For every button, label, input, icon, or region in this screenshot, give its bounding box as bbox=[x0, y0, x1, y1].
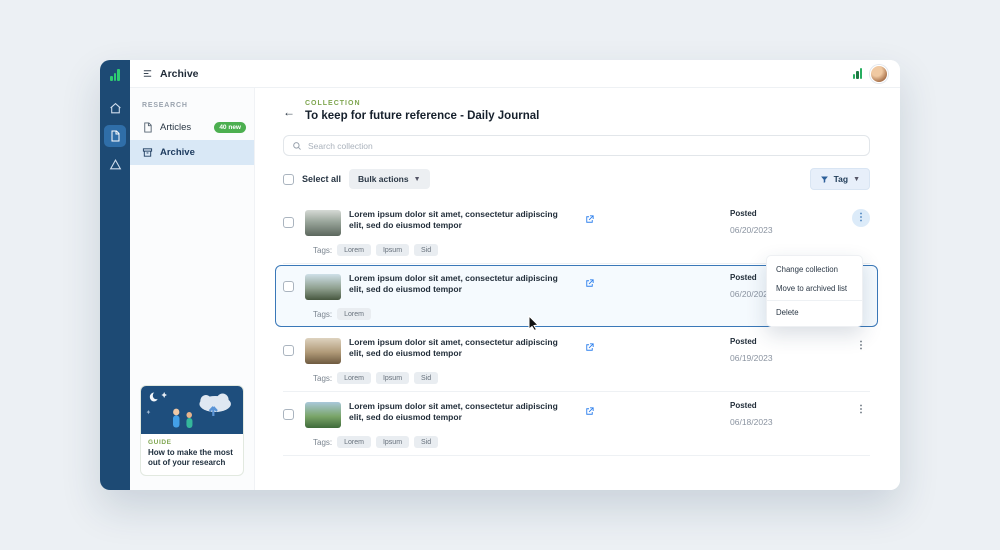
posted-date: 06/20/2023 bbox=[730, 225, 773, 235]
documents-icon[interactable] bbox=[104, 125, 126, 147]
row-checkbox[interactable] bbox=[283, 345, 294, 356]
menu-item-move-to-archived[interactable]: Move to archived list bbox=[767, 279, 862, 298]
tags-label: Tags: bbox=[313, 437, 333, 447]
select-all-label: Select all bbox=[302, 174, 342, 184]
tag-filter-button[interactable]: Tag ▼ bbox=[809, 168, 870, 190]
sidebar-item-archive[interactable]: Archive bbox=[130, 140, 254, 165]
user-avatar[interactable] bbox=[870, 64, 888, 83]
article-thumbnail bbox=[305, 210, 341, 236]
guide-illustration bbox=[141, 386, 243, 434]
posted-label: Posted bbox=[730, 401, 757, 410]
search-input[interactable] bbox=[308, 140, 861, 151]
article-title: Lorem ipsum dolor sit amet, consectetur … bbox=[349, 401, 558, 423]
open-article-icon[interactable] bbox=[584, 278, 626, 289]
chevron-down-icon: ▼ bbox=[853, 175, 860, 183]
posted-label: Posted bbox=[730, 209, 757, 218]
stats-chart-icon[interactable] bbox=[852, 68, 862, 79]
collection-title: To keep for future reference - Daily Jou… bbox=[305, 110, 540, 122]
row-menu-icon[interactable]: ⋮ bbox=[852, 209, 870, 227]
menu-item-change-collection[interactable]: Change collection bbox=[767, 260, 862, 279]
article-title: Lorem ipsum dolor sit amet, consectetur … bbox=[349, 209, 558, 231]
open-article-icon[interactable] bbox=[584, 214, 626, 225]
article-title: Lorem ipsum dolor sit amet, consectetur … bbox=[349, 337, 558, 359]
home-icon[interactable] bbox=[104, 97, 126, 119]
chevron-down-icon: ▼ bbox=[413, 175, 421, 183]
open-article-icon[interactable] bbox=[584, 406, 626, 417]
bulk-actions-button[interactable]: Bulk actions ▼ bbox=[349, 169, 430, 189]
select-all-checkbox[interactable] bbox=[283, 173, 294, 185]
archive-icon bbox=[142, 147, 154, 159]
tag-pill[interactable]: Lorem bbox=[337, 244, 371, 256]
tag-pill[interactable]: Ipsum bbox=[375, 372, 410, 384]
posted-date: 06/19/2023 bbox=[730, 353, 773, 363]
tags-label: Tags: bbox=[313, 309, 333, 319]
alerts-icon[interactable] bbox=[104, 153, 126, 175]
filter-icon bbox=[820, 176, 828, 183]
posted-date: 06/18/2023 bbox=[730, 417, 773, 427]
article-thumbnail bbox=[305, 338, 341, 364]
guide-eyebrow: GUIDE bbox=[148, 439, 172, 446]
sidebar-section-label: RESEARCH bbox=[142, 102, 188, 109]
tag-pill[interactable]: Sid bbox=[414, 436, 439, 448]
menu-item-delete[interactable]: Delete bbox=[767, 303, 862, 322]
row-checkbox[interactable] bbox=[283, 281, 294, 292]
top-bar: Archive bbox=[130, 60, 900, 88]
row-checkbox[interactable] bbox=[283, 409, 294, 420]
sidebar-item-label: Archive bbox=[160, 147, 195, 158]
tag-pill[interactable]: Lorem bbox=[337, 436, 371, 448]
posted-label: Posted bbox=[730, 337, 757, 346]
search-box bbox=[283, 135, 870, 156]
app-logo-icon bbox=[110, 69, 120, 81]
search-icon bbox=[293, 141, 301, 150]
new-count-badge: 40 new bbox=[214, 122, 246, 133]
article-thumbnail bbox=[305, 402, 341, 428]
tag-pill[interactable]: Sid bbox=[414, 244, 439, 256]
sidebar-item-label: Articles bbox=[160, 122, 192, 133]
row-menu-icon[interactable]: ⋮ bbox=[852, 401, 870, 419]
page-title: Archive bbox=[160, 67, 199, 80]
back-arrow-icon[interactable]: ← bbox=[283, 106, 295, 118]
tag-filter-label: Tag bbox=[833, 174, 849, 184]
main-content: ← COLLECTION To keep for future referenc… bbox=[255, 88, 900, 490]
tags-label: Tags: bbox=[313, 245, 333, 255]
tag-pill[interactable]: Sid bbox=[414, 372, 439, 384]
row-context-menu: Change collection Move to archived list … bbox=[766, 255, 863, 327]
collection-header: ← COLLECTION To keep for future referenc… bbox=[283, 100, 870, 122]
row-menu-icon[interactable]: ⋮ bbox=[852, 337, 870, 355]
sidebar: RESEARCH Articles 40 new Archive GUIDE H… bbox=[130, 88, 255, 490]
tag-pill[interactable]: Ipsum bbox=[375, 244, 410, 256]
tag-pill[interactable]: Lorem bbox=[337, 308, 371, 320]
icon-rail bbox=[100, 60, 130, 490]
tag-pill[interactable]: Lorem bbox=[337, 372, 371, 384]
tags-label: Tags: bbox=[313, 373, 333, 383]
sidebar-toggle-icon[interactable] bbox=[142, 68, 153, 79]
article-list: Lorem ipsum dolor sit amet, consectetur … bbox=[275, 200, 878, 456]
bulk-actions-label: Bulk actions bbox=[358, 174, 409, 184]
article-title: Lorem ipsum dolor sit amet, consectetur … bbox=[349, 273, 558, 295]
guide-title: How to make the most out of your researc… bbox=[148, 448, 233, 467]
list-toolbar: Select all Bulk actions ▼ Tag ▼ bbox=[283, 168, 870, 190]
article-row: Lorem ipsum dolor sit amet, consectetur … bbox=[283, 392, 870, 456]
article-thumbnail bbox=[305, 274, 341, 300]
article-row: Lorem ipsum dolor sit amet, consectetur … bbox=[283, 328, 870, 392]
app-window: Archive RESEARCH Articles 40 new Archive… bbox=[100, 60, 900, 490]
sidebar-item-articles[interactable]: Articles 40 new bbox=[130, 115, 254, 140]
guide-promo-card[interactable]: GUIDE How to make the most out of your r… bbox=[140, 385, 244, 476]
collection-eyebrow: COLLECTION bbox=[305, 100, 361, 107]
article-icon bbox=[142, 122, 154, 134]
row-checkbox[interactable] bbox=[283, 217, 294, 228]
desktop-background: Archive RESEARCH Articles 40 new Archive… bbox=[0, 0, 1000, 550]
open-article-icon[interactable] bbox=[584, 342, 626, 353]
tag-pill[interactable]: Ipsum bbox=[375, 436, 410, 448]
menu-divider bbox=[767, 300, 862, 301]
